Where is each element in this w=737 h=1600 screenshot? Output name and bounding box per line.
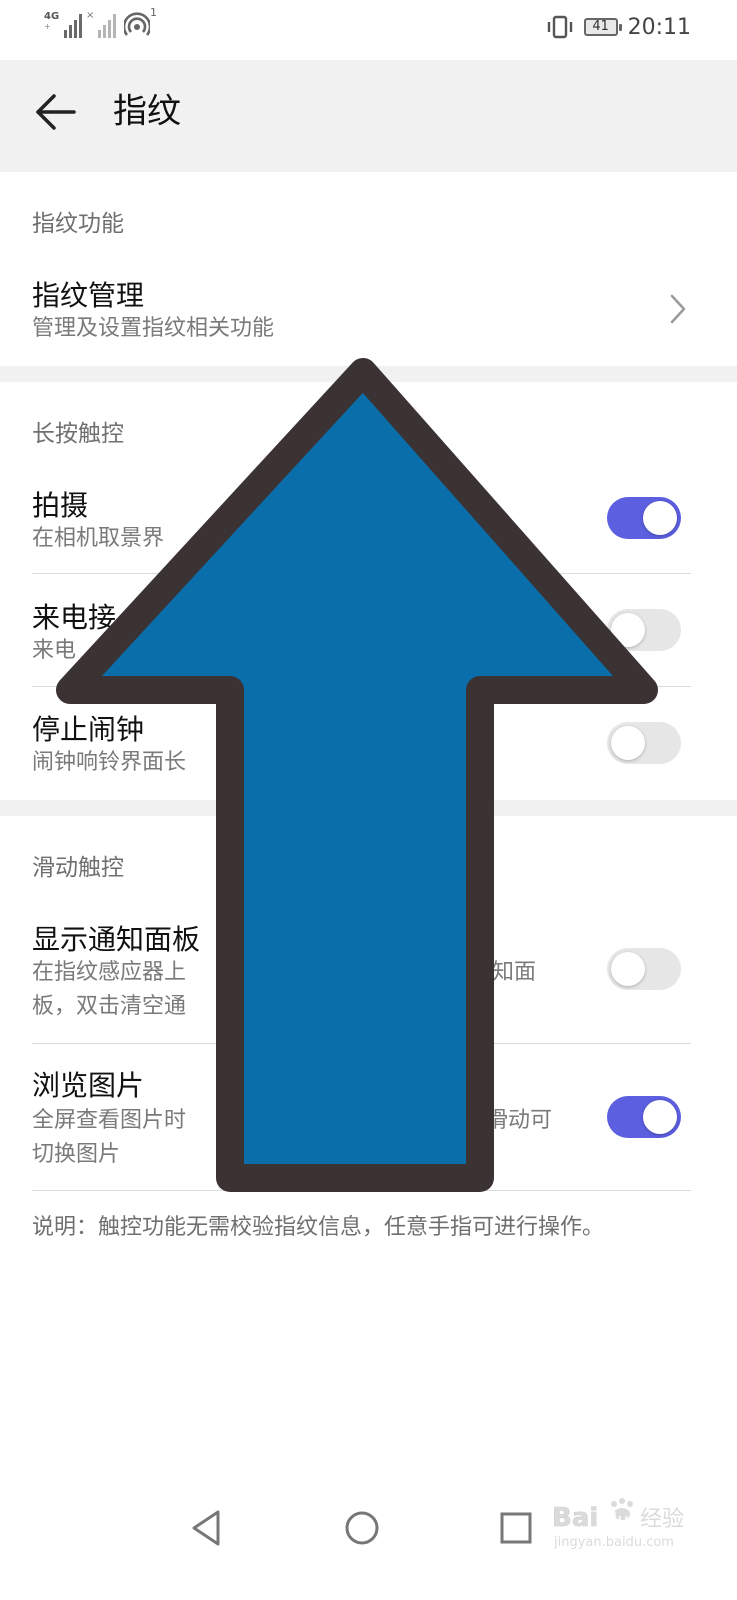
watermark-brand: Bai [552, 1503, 598, 1533]
sim2-mark: × [86, 10, 95, 21]
browse-photos-toggle[interactable] [607, 1096, 681, 1138]
divider [32, 1190, 691, 1191]
browse-photos-subtitle-line1: 全屏查看图片时 [32, 1108, 187, 1133]
vibrate-icon [547, 15, 572, 39]
section-header-fingerprint: 指纹功能 [32, 211, 124, 237]
notification-panel-subtitle-line1-tail: 知面 [492, 960, 537, 985]
chevron-right-icon [670, 294, 686, 324]
answer-call-toggle[interactable] [607, 609, 681, 651]
section-header-swipe: 滑动触控 [32, 855, 124, 881]
battery-level: 41 [592, 19, 609, 34]
stop-alarm-subtitle: 闹钟响铃界面长 [32, 750, 187, 775]
baidu-jingyan-watermark: Bai du 经验 jingyan.baidu.com [548, 1492, 698, 1552]
network-sub: + [44, 22, 51, 31]
browse-photos-subtitle-line2: 切换图片 [32, 1142, 121, 1167]
app-bar: 指纹 [0, 60, 737, 172]
hotspot-count: 1 [150, 6, 157, 19]
capture-toggle[interactable] [607, 497, 681, 539]
section-band [0, 366, 737, 382]
capture-subtitle: 在相机取景界 [32, 526, 165, 551]
status-right: 41 20:11 [546, 14, 691, 40]
watermark-paw-text: du [606, 1510, 629, 1531]
signal-icon: 4G + [44, 11, 82, 38]
page-title: 指纹 [113, 91, 181, 132]
nav-home-icon[interactable] [340, 1506, 384, 1550]
divider [32, 686, 691, 687]
divider [32, 573, 691, 574]
status-time: 20:11 [627, 14, 691, 40]
notification-panel-title: 显示通知面板 [32, 923, 201, 956]
battery-icon: 41 [583, 18, 622, 36]
status-bar: 4G + × 1 41 20:11 [0, 0, 737, 60]
watermark-label: 经验 [640, 1507, 684, 1532]
nav-back-icon[interactable] [186, 1506, 230, 1550]
notification-panel-subtitle-line2: 板，双击清空通 [32, 994, 187, 1019]
notification-panel-subtitle-line1: 在指纹感应器上 [32, 960, 187, 985]
back-arrow-icon[interactable] [30, 86, 82, 138]
network-label: 4G [44, 11, 60, 22]
browse-photos-title: 浏览图片 [32, 1069, 145, 1102]
section-header-long-press: 长按触控 [32, 421, 124, 447]
browse-photos-subtitle-line1-tail: 滑动可 [486, 1108, 553, 1133]
stop-alarm-toggle[interactable] [607, 722, 681, 764]
divider [32, 1043, 691, 1044]
capture-title: 拍摄 [32, 489, 89, 522]
watermark-url: jingyan.baidu.com [553, 1535, 674, 1550]
notification-panel-toggle[interactable] [607, 948, 681, 990]
status-left: 4G + × 1 [44, 6, 157, 38]
section-band [0, 800, 737, 816]
hotspot-icon: 1 [122, 6, 157, 38]
signal-weak-icon: × [86, 10, 116, 38]
answer-call-title: 来电接 [32, 601, 117, 634]
nav-recents-icon[interactable] [494, 1506, 538, 1550]
fingerprint-manage-subtitle: 管理及设置指纹相关功能 [32, 316, 275, 341]
stop-alarm-title: 停止闹钟 [32, 713, 145, 746]
answer-call-subtitle: 来电 [32, 638, 77, 663]
note-text: 说明：触控功能无需校验指纹信息，任意手指可进行操作。 [32, 1215, 605, 1240]
fingerprint-manage-title: 指纹管理 [32, 279, 145, 312]
